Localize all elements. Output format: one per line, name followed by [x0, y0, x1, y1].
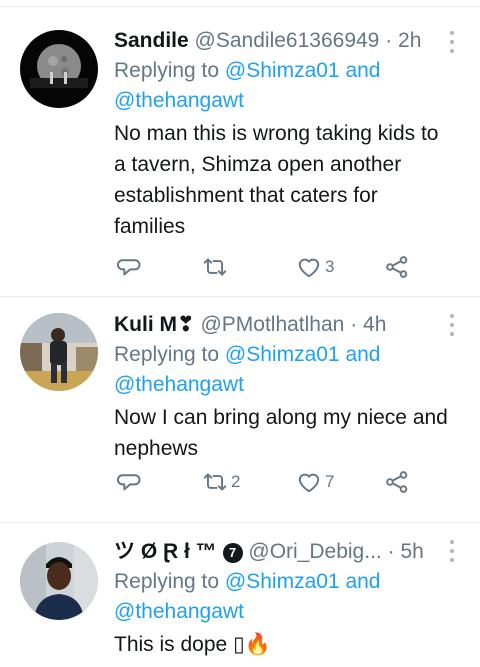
number-badge-icon: 7 — [222, 543, 243, 563]
reply-feed: Sandile @Sandile61366949 · 2h Replying t… — [0, 0, 480, 667]
retweet-button[interactable] — [202, 252, 231, 282]
tweet-text: No man this is wrong taking kids to a ta… — [114, 118, 450, 242]
separator: · — [385, 29, 393, 52]
separator: · — [350, 313, 358, 336]
tweet-text-line: nephews — [114, 437, 199, 460]
display-name-text: Kuli M — [114, 313, 177, 336]
tweet-header: Kuli M❣ @PMotlhatlhan · 4h — [114, 310, 434, 340]
timestamp[interactable]: 2h — [398, 29, 421, 52]
user-handle[interactable]: @PMotlhatlhan — [200, 313, 344, 336]
tweet-text-line: establishment that caters for — [114, 184, 378, 207]
tweet-header: Sandile @Sandile61366949 · 2h — [114, 26, 434, 56]
avatar[interactable] — [20, 30, 98, 108]
share-icon — [386, 256, 408, 278]
tweet[interactable]: ツ Ø Ɽ ł ™ 7 @Ori_Debig... · 5h Replying … — [0, 523, 480, 667]
replying-to: Replying to @Shimza01 and @thehangawt — [114, 340, 450, 400]
tweet[interactable]: Kuli M❣ @PMotlhatlhan · 4h Replying to @… — [0, 297, 480, 523]
tweet[interactable]: Sandile @Sandile61366949 · 2h Replying t… — [0, 7, 480, 297]
tweet-text-line: families — [114, 215, 186, 238]
more-icon[interactable] — [448, 314, 456, 336]
and-text[interactable]: and — [345, 343, 380, 366]
replying-prefix: Replying to — [114, 570, 220, 593]
like-icon — [298, 258, 320, 278]
more-icon[interactable] — [448, 31, 456, 53]
mention-link[interactable]: @thehangawt — [114, 89, 244, 112]
share-button[interactable] — [384, 467, 410, 497]
reply-icon — [117, 259, 141, 276]
share-icon — [386, 471, 408, 493]
more-icon[interactable] — [448, 540, 456, 562]
and-text[interactable]: and — [345, 570, 380, 593]
mention-link[interactable]: @Shimza01 — [225, 343, 340, 366]
tweet-text: This is dope ▯🔥 — [114, 629, 450, 660]
tweet-text-line: Now I can bring along my niece and — [114, 406, 448, 429]
tweet-text-content: This is dope — [114, 633, 228, 656]
and-text[interactable]: and — [345, 59, 380, 82]
like-count: 7 — [325, 472, 335, 491]
separator: · — [387, 540, 395, 563]
share-button[interactable] — [384, 252, 410, 282]
tweet-actions: 3 — [114, 252, 434, 282]
display-name[interactable]: Sandile — [114, 29, 189, 52]
avatar[interactable] — [20, 313, 98, 391]
retweet-button[interactable]: 2 — [202, 467, 240, 497]
mention-link[interactable]: @thehangawt — [114, 373, 244, 396]
like-icon — [298, 473, 320, 493]
like-count: 3 — [325, 257, 335, 276]
tweet-text-line: a tavern, Shimza open another — [114, 153, 402, 176]
missing-glyph-icon: ▯ — [233, 633, 245, 656]
avatar[interactable] — [20, 542, 98, 620]
tweet-text-line: No man this is wrong taking kids to — [114, 122, 439, 145]
reply-icon — [117, 474, 141, 491]
tweet-text: Now I can bring along my niece and nephe… — [114, 402, 450, 464]
replying-to: Replying to @Shimza01 and @thehangawt — [114, 567, 450, 627]
user-handle[interactable]: @Sandile61366949 — [195, 29, 380, 52]
like-button[interactable]: 3 — [296, 252, 334, 282]
tweet-header: ツ Ø Ɽ ł ™ 7 @Ori_Debig... · 5h — [114, 537, 434, 567]
heart-emoji: ❣ — [177, 313, 195, 336]
reply-button[interactable] — [116, 467, 145, 497]
retweet-count: 2 — [231, 472, 241, 491]
timestamp[interactable]: 4h — [363, 313, 386, 336]
fire-emoji-icon: 🔥 — [244, 633, 271, 656]
replying-to: Replying to @Shimza01 and @thehangawt — [114, 56, 450, 116]
display-name[interactable]: ツ Ø Ɽ ł ™ — [114, 540, 217, 563]
display-name[interactable]: Kuli M❣ — [114, 313, 195, 336]
mention-link[interactable]: @thehangawt — [114, 600, 244, 623]
reply-button[interactable] — [116, 252, 145, 282]
retweet-icon — [203, 258, 227, 276]
like-button[interactable]: 7 — [296, 467, 334, 497]
user-handle[interactable]: @Ori_Debig... — [248, 540, 381, 563]
timestamp[interactable]: 5h — [400, 540, 423, 563]
replying-prefix: Replying to — [114, 343, 220, 366]
retweet-icon — [203, 473, 227, 491]
mention-link[interactable]: @Shimza01 — [225, 59, 340, 82]
mention-link[interactable]: @Shimza01 — [225, 570, 340, 593]
replying-prefix: Replying to — [114, 59, 220, 82]
tweet-actions: 2 7 — [114, 467, 434, 497]
